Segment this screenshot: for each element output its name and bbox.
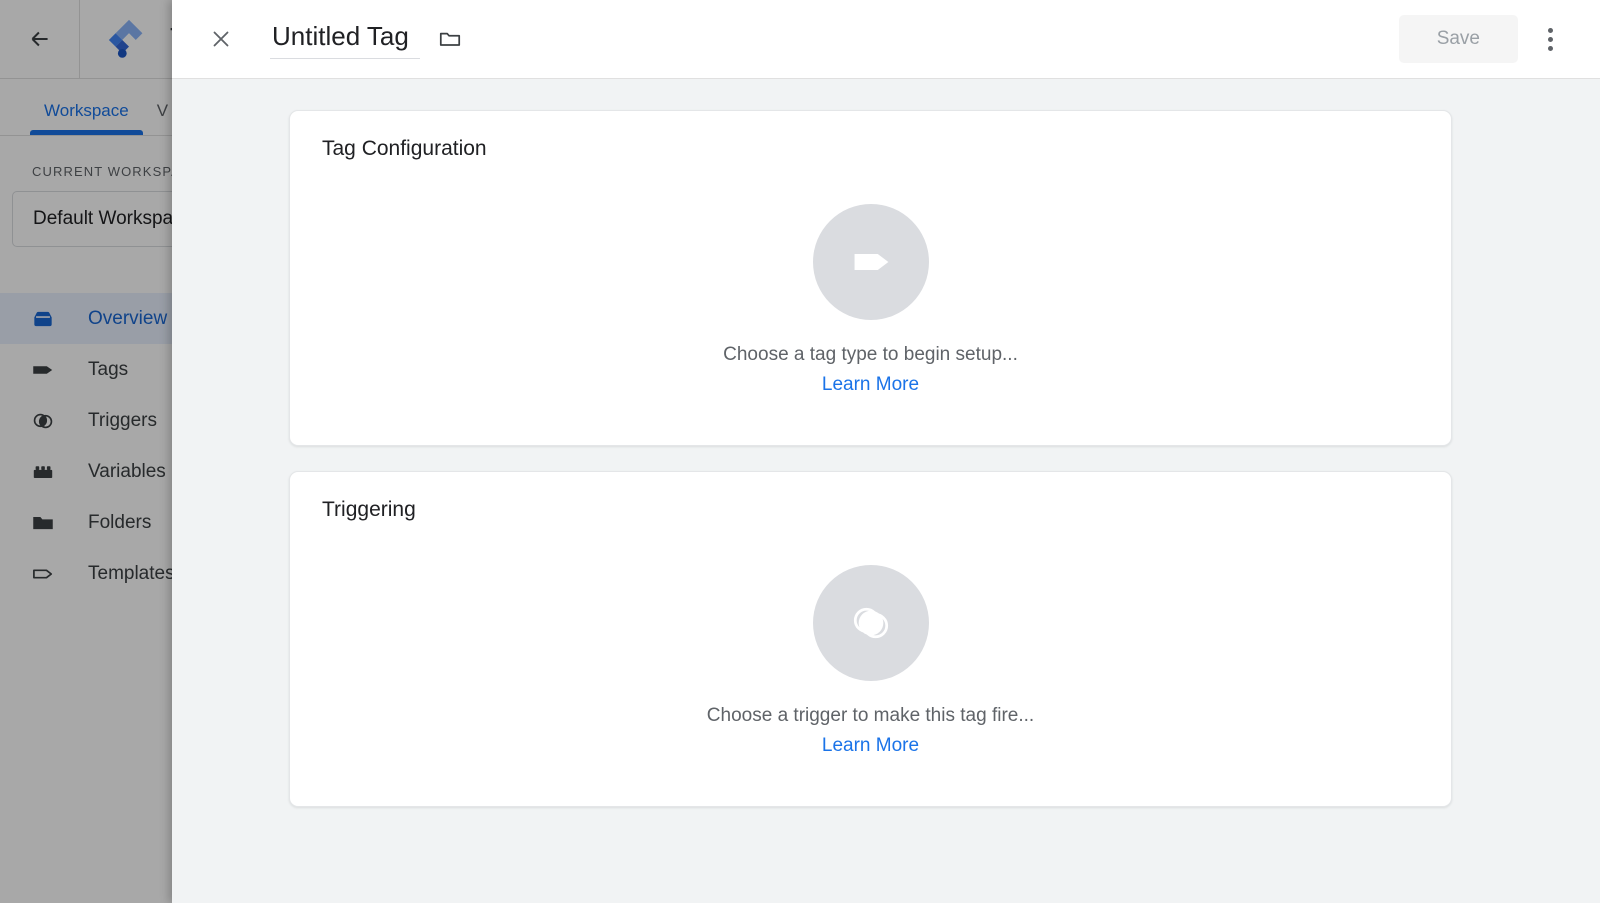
card-title: Tag Configuration — [290, 137, 1451, 161]
modal-body: Tag Configuration Choose a tag type to b… — [172, 79, 1600, 903]
trigger-placeholder-text: Choose a trigger to make this tag fire..… — [707, 705, 1034, 727]
more-vert-icon-dot — [1548, 37, 1553, 42]
modal-header: Save — [172, 0, 1600, 79]
tag-configuration-card[interactable]: Tag Configuration Choose a tag type to b… — [289, 110, 1452, 446]
close-icon — [208, 26, 234, 52]
more-options-button[interactable] — [1530, 19, 1570, 59]
close-button[interactable] — [204, 22, 238, 56]
tag-learn-more-link[interactable]: Learn More — [822, 374, 919, 396]
screen-root: Tag Workspace V CURRENT WORKSPACE Defaul… — [0, 0, 1600, 903]
tag-configuration-empty-state[interactable]: Choose a tag type to begin setup... Lear… — [290, 161, 1451, 445]
tag-title-group — [270, 19, 464, 59]
tag-name-input[interactable] — [270, 19, 420, 59]
trigger-placeholder-icon — [813, 565, 929, 681]
triggering-card[interactable]: Triggering Choose a trigger to make this… — [289, 471, 1452, 807]
card-title: Triggering — [290, 498, 1451, 522]
more-vert-icon-dot — [1548, 28, 1553, 33]
more-vert-icon-dot — [1548, 46, 1553, 51]
choose-folder-button[interactable] — [436, 25, 464, 53]
tag-placeholder-icon — [813, 204, 929, 320]
folder-outline-icon — [437, 26, 463, 52]
triggering-empty-state[interactable]: Choose a trigger to make this tag fire..… — [290, 522, 1451, 806]
tag-editor-modal: Save Tag Configuration Choose a tag type… — [172, 0, 1600, 903]
save-button[interactable]: Save — [1399, 15, 1518, 63]
tag-placeholder-text: Choose a tag type to begin setup... — [723, 344, 1018, 366]
trigger-learn-more-link[interactable]: Learn More — [822, 735, 919, 757]
